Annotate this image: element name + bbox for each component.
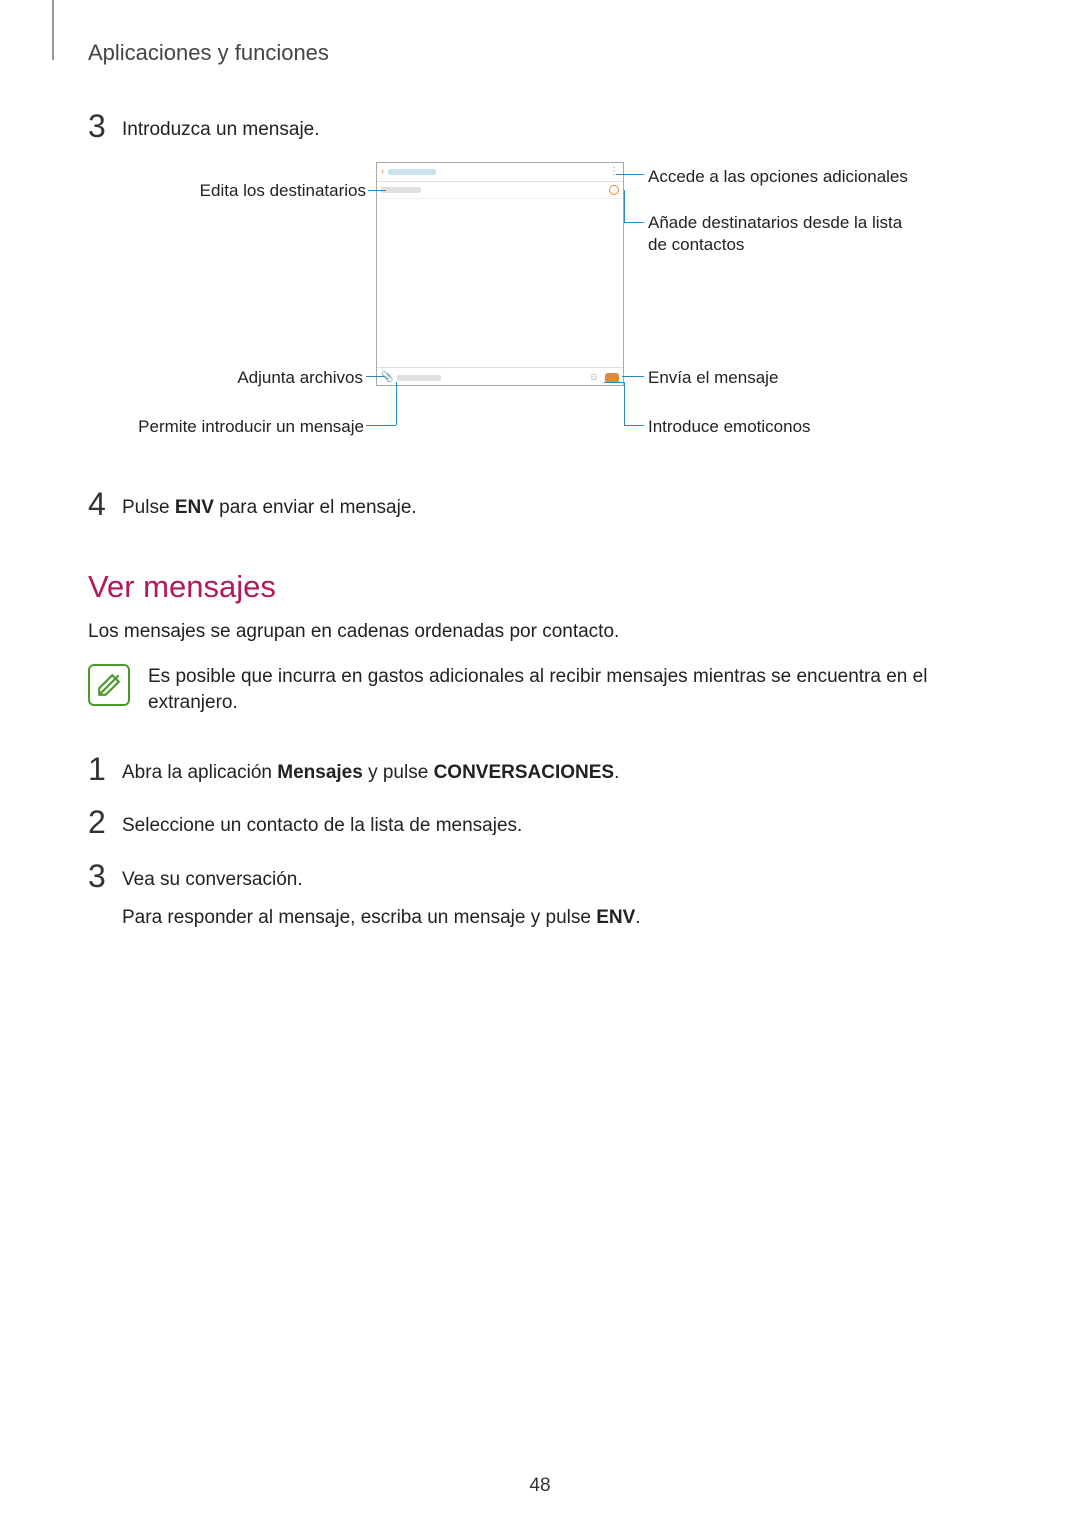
pencil-note-icon	[96, 672, 122, 698]
text-fragment: Abra la aplicación	[122, 762, 277, 783]
step-text: Vea su conversación. Para responder al m…	[122, 866, 641, 931]
step-4: 4 Pulse ENV para enviar el mensaje.	[88, 486, 992, 522]
callout-add-contacts-line1: Añade destinatarios desde la lista	[648, 212, 902, 233]
menu-icon: ⋮	[609, 166, 619, 177]
text-bold: ENV	[596, 907, 635, 928]
leader-line	[622, 376, 644, 377]
step-number: 3	[88, 110, 122, 142]
note-icon	[88, 664, 130, 706]
input-row: 📎 ☺	[377, 367, 623, 388]
title-placeholder	[388, 169, 436, 175]
section-heading: Ver mensajes	[88, 569, 992, 605]
leader-line	[624, 382, 625, 425]
step-text: Seleccione un contacto de la lista de me…	[122, 812, 522, 840]
callout-additional-options: Accede a las opciones adicionales	[648, 166, 908, 187]
leader-line	[624, 425, 644, 426]
view-step-3: 3 Vea su conversación. Para responder al…	[88, 858, 992, 931]
leader-line	[624, 190, 625, 222]
note-block: Es posible que incurra en gastos adicion…	[88, 664, 992, 717]
step-text: Introduzca un mensaje.	[122, 116, 320, 144]
view-step-2: 2 Seleccione un contacto de la lista de …	[88, 804, 992, 840]
emoji-icon: ☺	[589, 372, 599, 383]
step-text: Abra la aplicación Mensajes y pulse CONV…	[122, 759, 619, 787]
step-number: 1	[88, 753, 122, 785]
callout-attach-files: Adjunta archivos	[203, 367, 363, 388]
step-text: Pulse ENV para enviar el mensaje.	[122, 494, 417, 522]
text-fragment: Para responder al mensaje, escriba un me…	[122, 907, 596, 928]
back-icon: ‹	[381, 166, 384, 177]
text-fragment: para enviar el mensaje.	[214, 497, 417, 518]
intro-paragraph: Los mensajes se agrupan en cadenas orden…	[88, 619, 992, 646]
leader-line	[604, 382, 624, 383]
attach-icon: 📎	[381, 372, 393, 383]
text-fragment: .	[635, 907, 640, 928]
step-3: 3 Introduzca un mensaje.	[88, 108, 992, 144]
step-line: Vea su conversación.	[122, 866, 641, 894]
text-fragment: .	[614, 762, 619, 783]
text-bold: ENV	[175, 497, 214, 518]
page-number: 48	[0, 1475, 1080, 1497]
step-line: Para responder al mensaje, escriba un me…	[122, 904, 641, 932]
leader-line	[366, 425, 396, 426]
text-fragment: y pulse	[363, 762, 434, 783]
recipient-row	[377, 182, 623, 199]
page-header: Aplicaciones y funciones	[88, 40, 992, 66]
input-placeholder	[397, 375, 441, 381]
callout-enter-message: Permite introducir un mensaje	[102, 416, 364, 437]
leader-line	[368, 190, 386, 191]
leader-line	[624, 222, 644, 223]
callout-send-message: Envía el mensaje	[648, 367, 778, 388]
callout-add-contacts-line2: de contactos	[648, 234, 744, 255]
text-bold: Mensajes	[277, 762, 363, 783]
step-number: 2	[88, 806, 122, 838]
recipient-placeholder	[381, 187, 421, 193]
message-compose-diagram: ‹ ⋮ 📎 ☺ Edita los destinatarios Adjunta …	[88, 162, 992, 472]
step-number: 4	[88, 488, 122, 520]
callout-edit-recipients: Edita los destinatarios	[166, 180, 366, 201]
leader-line	[396, 382, 397, 425]
text-bold: CONVERSACIONES	[434, 762, 615, 783]
text-fragment: Pulse	[122, 497, 175, 518]
leader-line	[616, 174, 644, 175]
leader-line	[366, 376, 384, 377]
note-text: Es posible que incurra en gastos adicion…	[148, 664, 992, 717]
contact-icon	[609, 185, 619, 195]
phone-titlebar: ‹ ⋮	[377, 163, 623, 182]
step-number: 3	[88, 860, 122, 892]
message-body-area	[377, 199, 623, 367]
phone-mock: ‹ ⋮ 📎 ☺	[376, 162, 624, 386]
margin-rule	[52, 0, 54, 60]
callout-emoticons: Introduce emoticonos	[648, 416, 811, 437]
view-step-1: 1 Abra la aplicación Mensajes y pulse CO…	[88, 751, 992, 787]
